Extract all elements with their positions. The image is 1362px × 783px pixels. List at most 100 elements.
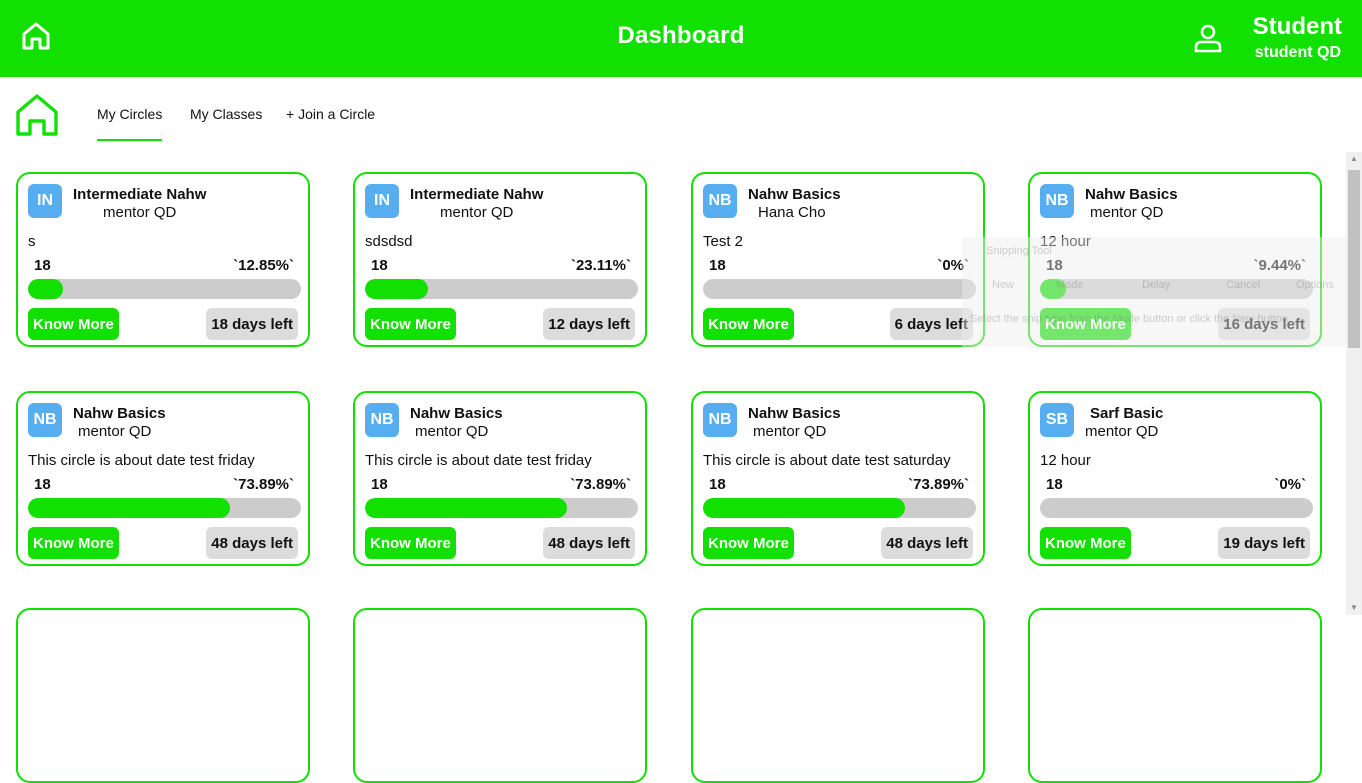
circle-description: 12 hour [1040, 233, 1091, 250]
circle-avatar: NB [703, 403, 737, 437]
circle-card[interactable]: NB Nahw Basics mentor QD 12 hour 18 `9.4… [1028, 172, 1322, 347]
circle-avatar: NB [1040, 184, 1074, 218]
progress-bar [703, 279, 976, 299]
circle-card[interactable] [353, 608, 647, 783]
circle-percent: `23.11%` [570, 257, 631, 274]
circle-mentor: mentor QD [78, 423, 152, 440]
circle-avatar: NB [28, 403, 62, 437]
circle-description: This circle is about date test saturday [703, 452, 951, 469]
circle-description: This circle is about date test friday [365, 452, 592, 469]
days-left-badge: 48 days left [206, 527, 298, 559]
circle-card[interactable] [1028, 608, 1322, 783]
circle-mentor: mentor QD [103, 204, 177, 221]
circle-title: Nahw Basics [1085, 186, 1178, 203]
circle-card[interactable] [691, 608, 985, 783]
circle-percent: `73.89%` [908, 476, 969, 493]
circle-avatar: IN [365, 184, 399, 218]
scroll-thumb[interactable] [1348, 170, 1360, 348]
circle-count: 18 [1046, 476, 1063, 493]
circle-avatar: NB [703, 184, 737, 218]
circle-title: Nahw Basics [73, 405, 166, 422]
circle-count: 18 [371, 476, 388, 493]
progress-bar [28, 498, 301, 518]
progress-bar [28, 279, 301, 299]
circle-title: Nahw Basics [748, 405, 841, 422]
top-header: Dashboard Student student QD [0, 0, 1362, 77]
circle-title: Nahw Basics [410, 405, 503, 422]
circle-card[interactable]: NB Nahw Basics mentor QD This circle is … [353, 391, 647, 566]
know-more-button[interactable]: Know More [365, 308, 456, 340]
circle-card[interactable]: NB Nahw Basics Hana Cho Test 2 18 `0%` K… [691, 172, 985, 347]
user-subtitle: student QD [1254, 44, 1341, 61]
circle-title: Nahw Basics [748, 186, 841, 203]
know-more-button[interactable]: Know More [703, 527, 794, 559]
circle-description: 12 hour [1040, 452, 1091, 469]
home-logo-icon[interactable] [15, 93, 59, 137]
know-more-button[interactable]: Know More [28, 527, 119, 559]
know-more-button[interactable]: Know More [365, 527, 456, 559]
circle-card[interactable]: IN Intermediate Nahw mentor QD sdsdsd 18… [353, 172, 647, 347]
days-left-badge: 12 days left [543, 308, 635, 340]
circle-title: Intermediate Nahw [410, 186, 544, 203]
circle-percent: `73.89%` [570, 476, 631, 493]
circle-avatar: NB [365, 403, 399, 437]
overlay-new: New [992, 279, 1015, 291]
circle-count: 18 [34, 476, 51, 493]
circle-title: Intermediate Nahw [73, 186, 207, 203]
circle-mentor: mentor QD [415, 423, 489, 440]
progress-bar [1040, 279, 1313, 299]
know-more-button[interactable]: Know More [703, 308, 794, 340]
circle-mentor: mentor QD [1085, 423, 1159, 440]
scrollbar[interactable]: ▲ ▼ [1346, 152, 1362, 615]
know-more-button[interactable]: Know More [1040, 308, 1131, 340]
progress-fill [1040, 279, 1066, 299]
circle-avatar: SB [1040, 403, 1074, 437]
circle-card[interactable]: NB Nahw Basics mentor QD This circle is … [691, 391, 985, 566]
progress-fill [365, 279, 429, 299]
progress-bar [365, 498, 638, 518]
progress-fill [703, 498, 905, 518]
circle-card[interactable]: IN Intermediate Nahw mentor QD s 18 `12.… [16, 172, 310, 347]
know-more-button[interactable]: Know More [28, 308, 119, 340]
days-left-badge: 19 days left [1218, 527, 1310, 559]
progress-fill [28, 279, 64, 299]
circle-percent: `0%` [1274, 476, 1306, 493]
circle-mentor: mentor QD [1090, 204, 1164, 221]
days-left-badge: 16 days left [1218, 308, 1310, 340]
progress-fill [28, 498, 230, 518]
progress-bar [365, 279, 638, 299]
sub-navigation: My Circles My Classes + Join a Circle [0, 77, 1346, 147]
circle-count: 18 [34, 257, 51, 274]
circle-description: sdsdsd [365, 233, 413, 250]
circle-card[interactable]: NB Nahw Basics mentor QD This circle is … [16, 391, 310, 566]
circle-avatar: IN [28, 184, 62, 218]
progress-bar [703, 498, 976, 518]
circle-count: 18 [371, 257, 388, 274]
tab-my-circles[interactable]: My Circles [97, 106, 163, 141]
know-more-button[interactable]: Know More [1040, 527, 1131, 559]
circle-percent: `0%` [937, 257, 969, 274]
circle-card[interactable] [16, 608, 310, 783]
circle-description: s [28, 233, 36, 250]
user-name[interactable]: Student [1253, 13, 1342, 41]
scroll-up-icon[interactable]: ▲ [1346, 152, 1362, 166]
tab-my-classes[interactable]: My Classes [190, 106, 262, 122]
progress-fill [365, 498, 567, 518]
days-left-badge: 48 days left [543, 527, 635, 559]
progress-bar [1040, 498, 1313, 518]
tab-join-circle[interactable]: + Join a Circle [286, 106, 375, 122]
circle-mentor: mentor QD [753, 423, 827, 440]
days-left-badge: 48 days left [881, 527, 973, 559]
days-left-badge: 6 days left [889, 308, 973, 340]
circle-percent: `73.89%` [233, 476, 294, 493]
user-icon[interactable] [1192, 22, 1224, 54]
circle-description: This circle is about date test friday [28, 452, 255, 469]
circle-title: Sarf Basic [1090, 405, 1164, 422]
circle-percent: `9.44%` [1253, 257, 1306, 274]
circle-description: Test 2 [703, 233, 744, 250]
page-title: Dashboard [617, 22, 745, 49]
circle-count: 18 [709, 476, 726, 493]
circle-card[interactable]: SB Sarf Basic mentor QD 12 hour 18 `0%` … [1028, 391, 1322, 566]
circle-count: 18 [1046, 257, 1063, 274]
scroll-down-icon[interactable]: ▼ [1346, 601, 1362, 615]
